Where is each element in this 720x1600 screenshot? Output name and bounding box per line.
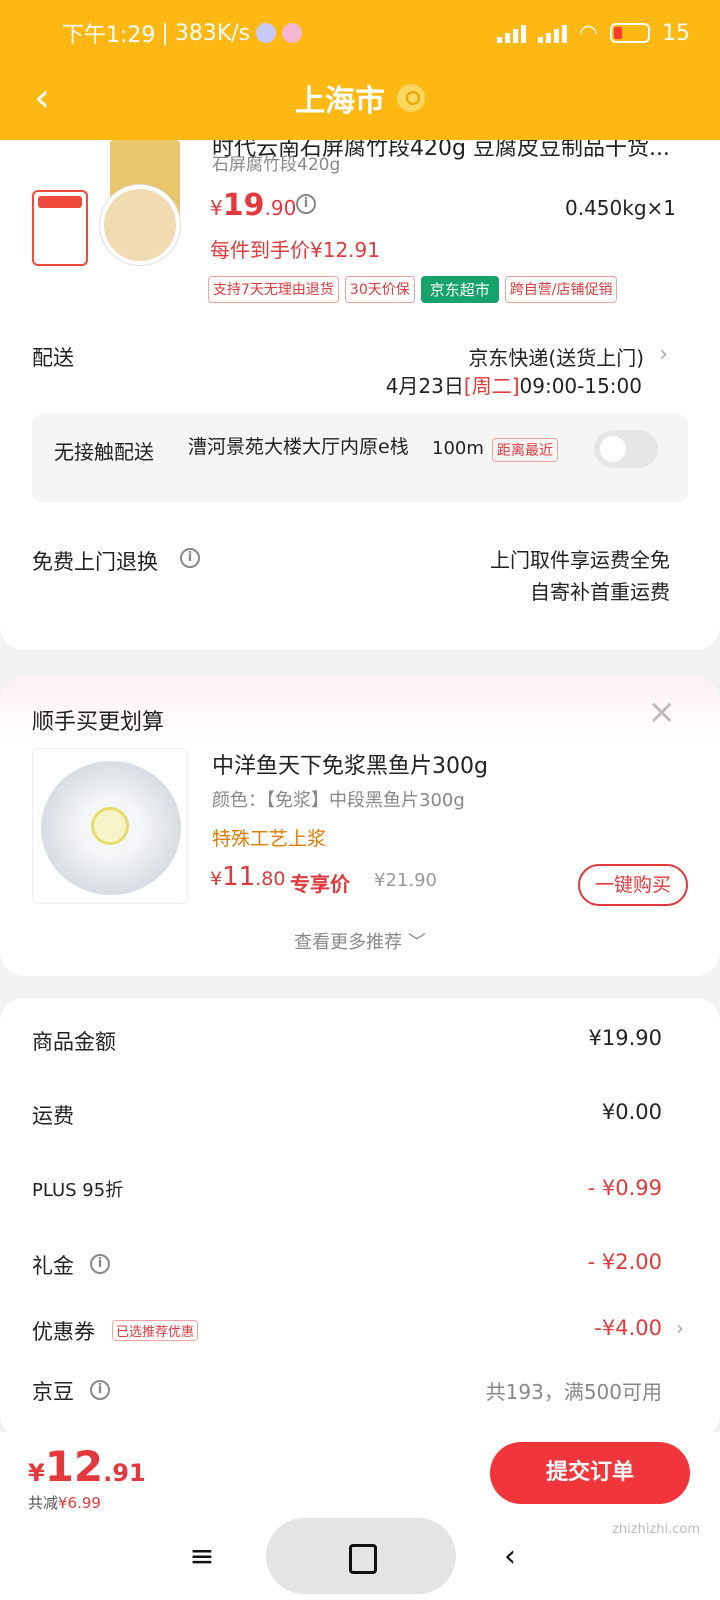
coupon-row[interactable]: 优惠券 已选推荐优惠 -¥4.00 › bbox=[32, 1316, 684, 1346]
tag-jd-supermarket: 京东超市 bbox=[420, 276, 499, 303]
no-contact-address: 漕河景苑大楼大厅内原e栈 bbox=[188, 436, 409, 458]
total-saved: 共减¥6.99 bbox=[28, 1494, 101, 1512]
free-return-label: 免费上门退换 bbox=[32, 550, 158, 574]
status-bar: 下午1:29 | 383K/s ◠ 15 bbox=[62, 18, 690, 49]
original-price: ¥21.90 bbox=[374, 870, 437, 891]
delivery-time[interactable]: 4月23日[周二]09:00-15:00 bbox=[386, 370, 642, 399]
nav-bar: ‹ 上海市 bbox=[0, 72, 720, 124]
app-notification-icon bbox=[256, 23, 277, 43]
gift-money-row: 礼金 i - ¥2.00 bbox=[32, 1250, 662, 1278]
product-weight: 0.450kg×1 bbox=[564, 196, 676, 220]
wifi-icon: ◠ bbox=[578, 20, 598, 46]
free-return-line1: 上门取件享运费全免 bbox=[490, 548, 670, 572]
battery-icon bbox=[610, 23, 650, 43]
order-product-card: 时代云南石屏腐竹段420g 豆腐皮豆制品干货... 石屏腐竹段420g ¥19.… bbox=[0, 130, 720, 650]
nav-back-icon[interactable]: ‹ bbox=[490, 1526, 530, 1586]
delivery-method[interactable]: 京东快递(送货上门) bbox=[468, 342, 644, 371]
total-price: ¥12.91 bbox=[28, 1442, 146, 1491]
delivery-label: 配送 bbox=[32, 346, 74, 370]
signal-icon bbox=[496, 23, 526, 43]
battery-level: 15 bbox=[662, 20, 690, 46]
signal-icon-2 bbox=[537, 23, 567, 43]
chevron-right-icon[interactable]: › bbox=[676, 1316, 684, 1340]
close-icon[interactable]: × bbox=[648, 692, 677, 732]
header-bar: 下午1:29 | 383K/s ◠ 15 ‹ 上海市 bbox=[0, 0, 720, 140]
recommend-card: 顺手买更划算 × 中洋鱼天下免浆黑鱼片300g 颜色：【免浆】中段黑鱼片300g… bbox=[0, 676, 720, 976]
home-button[interactable] bbox=[266, 1518, 456, 1594]
tag-promo: 跨自营/店铺促销 bbox=[504, 276, 618, 303]
no-contact-toggle[interactable] bbox=[594, 430, 658, 468]
product-image[interactable] bbox=[30, 140, 180, 290]
jd-bean-info-icon[interactable]: i bbox=[90, 1380, 110, 1400]
location-pin-icon[interactable] bbox=[397, 84, 425, 112]
no-contact-delivery: 无接触配送 漕河景苑大楼大厅内原e栈 100m 距离最近 bbox=[32, 414, 688, 502]
promo-badge bbox=[32, 190, 88, 266]
no-contact-label: 无接触配送 bbox=[54, 440, 154, 464]
chevron-right-icon[interactable]: › bbox=[659, 342, 668, 367]
back-icon[interactable]: ‹ bbox=[34, 78, 50, 118]
tag-return: 支持7天无理由退货 bbox=[208, 276, 339, 303]
more-recommend-link[interactable]: 查看更多推荐 ﹀ bbox=[0, 928, 720, 954]
status-net-speed: 383K/s bbox=[174, 20, 251, 46]
watermark: zhizhizhi.com bbox=[612, 1522, 700, 1537]
recommend-product-image[interactable] bbox=[32, 748, 188, 904]
final-price: 每件到手价¥12.91 bbox=[210, 238, 380, 262]
product-tags: 支持7天无理由退货 30天价保 京东超市 跨自营/店铺促销 bbox=[208, 276, 618, 303]
status-time: 下午1:29 bbox=[62, 23, 156, 48]
coupon-recommend-tag: 已选推荐优惠 bbox=[112, 1320, 199, 1341]
tag-price-protect: 30天价保 bbox=[344, 276, 415, 303]
no-contact-distance: 100m bbox=[432, 438, 484, 459]
system-nav-bar: ≡ ‹ zhizhizhi.com bbox=[0, 1512, 720, 1600]
plus-discount-row: PLUS 95折 - ¥0.99 bbox=[32, 1176, 662, 1201]
plus-price-label: 专享价 bbox=[290, 872, 350, 896]
recommend-price: ¥11.80 bbox=[210, 862, 286, 892]
price-info-icon[interactable]: i bbox=[296, 194, 316, 214]
recommend-feature: 特殊工艺上浆 bbox=[212, 828, 327, 850]
menu-icon[interactable]: ≡ bbox=[180, 1526, 224, 1586]
product-price: ¥19.90 bbox=[210, 188, 297, 223]
price-summary-card: 商品金额 ¥19.90 运费 ¥0.00 PLUS 95折 - ¥0.99 礼金… bbox=[0, 998, 720, 1438]
checkout-bar: ¥12.91 共减¥6.99 提交订单 bbox=[0, 1432, 720, 1512]
one-click-buy-button[interactable]: 一键购买 bbox=[578, 864, 688, 906]
gift-info-icon[interactable]: i bbox=[90, 1254, 110, 1274]
free-return-line2: 自寄补首重运费 bbox=[530, 580, 670, 604]
recommend-title: 顺手买更划算 bbox=[32, 710, 165, 735]
free-return-info-icon[interactable]: i bbox=[180, 548, 200, 568]
shipping-row: 运费 ¥0.00 bbox=[32, 1100, 662, 1128]
recommend-product-spec: 颜色：【免浆】中段黑鱼片300g bbox=[212, 790, 465, 811]
recommend-product-name[interactable]: 中洋鱼天下免浆黑鱼片300g bbox=[212, 748, 488, 780]
jd-bean-row: 京豆 i 共193，满500可用 bbox=[32, 1380, 662, 1404]
goods-amount-row: 商品金额 ¥19.90 bbox=[32, 1026, 662, 1054]
nearest-badge: 距离最近 bbox=[492, 438, 558, 462]
product-spec: 石屏腐竹段420g bbox=[212, 155, 341, 175]
submit-order-button[interactable]: 提交订单 bbox=[490, 1442, 690, 1504]
city-title[interactable]: 上海市 bbox=[295, 76, 385, 120]
app-notification-icon-2 bbox=[282, 23, 303, 43]
